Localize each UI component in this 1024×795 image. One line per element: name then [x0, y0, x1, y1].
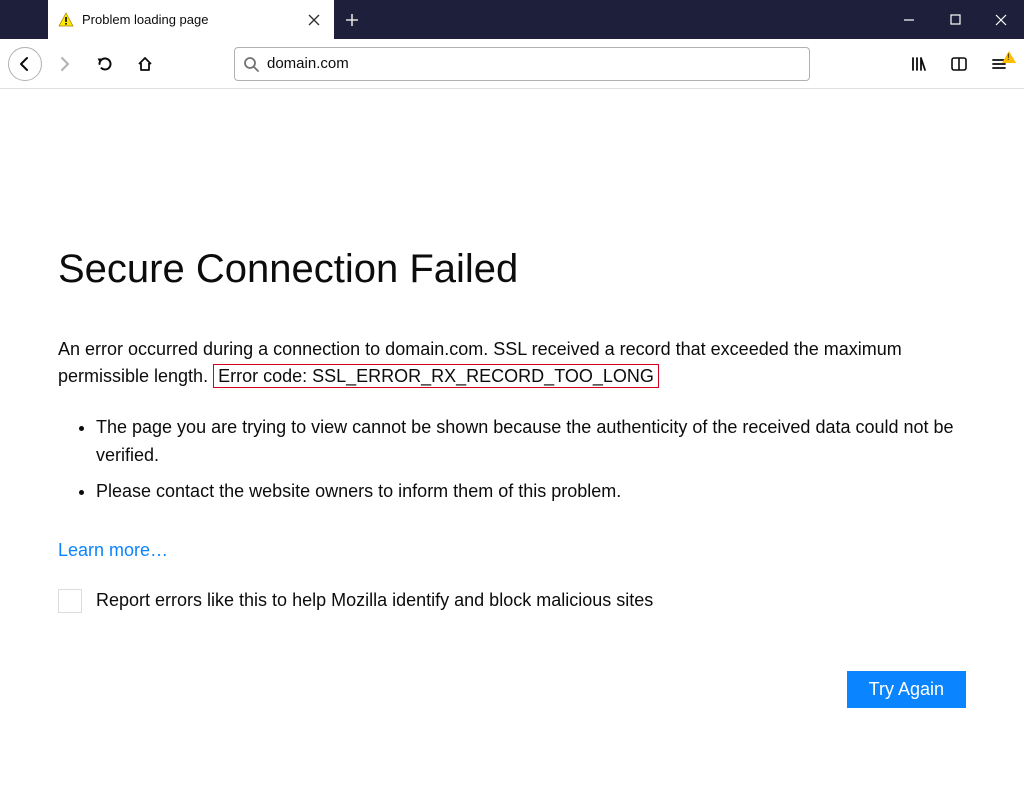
library-button[interactable] — [902, 47, 936, 81]
back-button[interactable] — [8, 47, 42, 81]
error-page-content: Secure Connection Failed An error occurr… — [0, 89, 1024, 728]
nav-toolbar — [0, 39, 1024, 89]
new-tab-button[interactable] — [334, 0, 370, 39]
window-controls — [886, 0, 1024, 39]
error-detail-item: Please contact the website owners to inf… — [96, 478, 966, 506]
learn-more-link[interactable]: Learn more… — [58, 540, 168, 561]
action-row: Try Again — [58, 671, 966, 708]
tab-strip: Problem loading page — [0, 0, 886, 39]
error-code-highlight: Error code: SSL_ERROR_RX_RECORD_TOO_LONG — [213, 364, 659, 388]
maximize-button[interactable] — [932, 0, 978, 39]
report-label: Report errors like this to help Mozilla … — [96, 590, 653, 611]
error-detail-item: The page you are trying to view cannot b… — [96, 414, 966, 470]
url-bar[interactable] — [234, 47, 810, 81]
report-row: Report errors like this to help Mozilla … — [58, 589, 966, 613]
tab-active[interactable]: Problem loading page — [48, 0, 334, 39]
close-tab-button[interactable] — [304, 10, 324, 30]
close-window-button[interactable] — [978, 0, 1024, 39]
home-button[interactable] — [128, 47, 162, 81]
reload-button[interactable] — [88, 47, 122, 81]
sidebar-button[interactable] — [942, 47, 976, 81]
search-icon — [243, 56, 259, 72]
try-again-button[interactable]: Try Again — [847, 671, 966, 708]
error-details-list: The page you are trying to view cannot b… — [58, 414, 966, 506]
url-input[interactable] — [267, 55, 801, 72]
forward-button[interactable] — [48, 47, 82, 81]
page-title: Secure Connection Failed — [58, 247, 966, 292]
menu-button[interactable] — [982, 47, 1016, 81]
titlebar: Problem loading page — [0, 0, 1024, 39]
error-description: An error occurred during a connection to… — [58, 336, 966, 390]
tab-title: Problem loading page — [82, 12, 296, 27]
report-checkbox[interactable] — [58, 589, 82, 613]
minimize-button[interactable] — [886, 0, 932, 39]
menu-warning-badge — [1002, 51, 1016, 63]
warning-icon — [58, 12, 74, 28]
